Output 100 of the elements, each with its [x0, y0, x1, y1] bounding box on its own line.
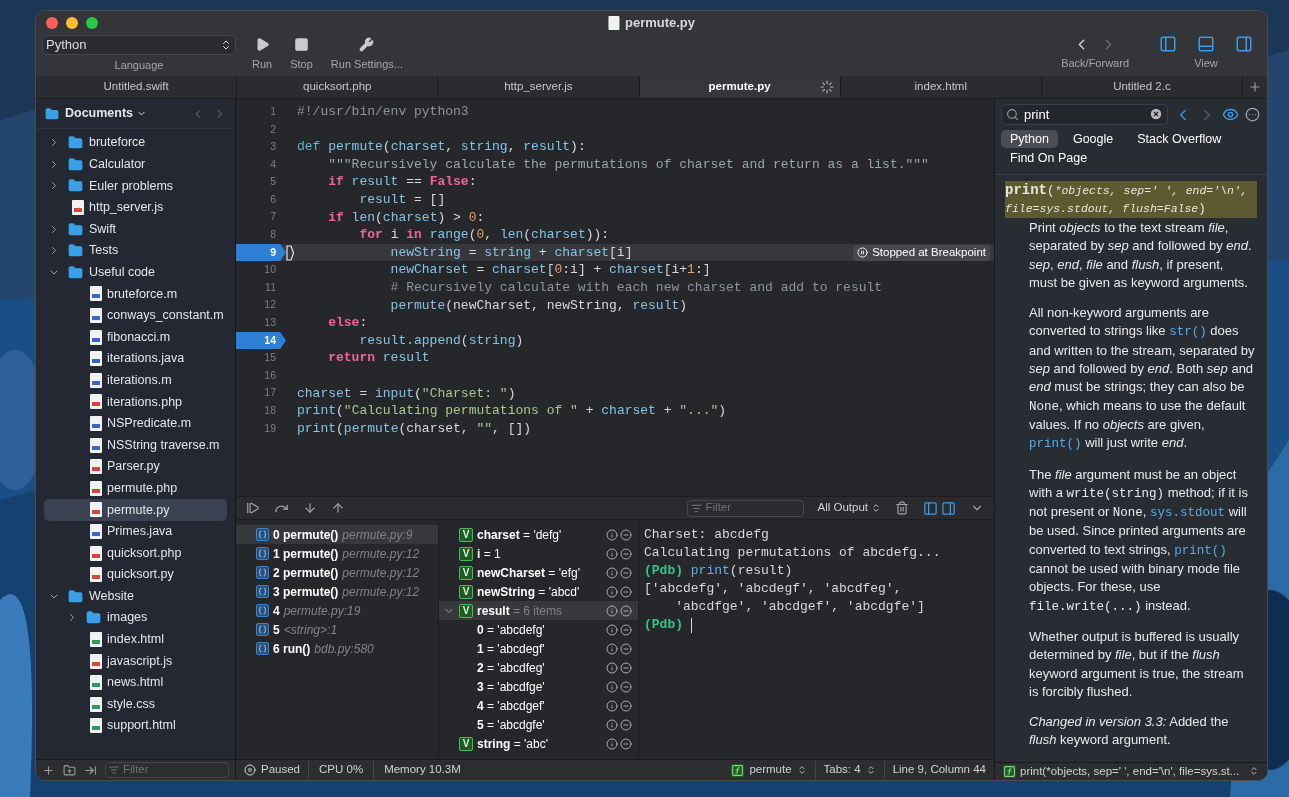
file-item[interactable]: javascript.js	[44, 650, 227, 672]
code-link[interactable]: print()	[1174, 543, 1227, 558]
scope-tab[interactable]: Stack Overflow	[1128, 130, 1231, 148]
folder-item[interactable]: Useful code	[44, 261, 227, 284]
panel-toggle[interactable]	[941, 500, 956, 516]
folder-item[interactable]: bruteforce	[44, 132, 227, 154]
tab[interactable]: http_server.js	[438, 76, 640, 98]
file-item[interactable]: style.css	[44, 693, 227, 716]
file-icon	[90, 696, 102, 712]
file-item[interactable]: iterations.php	[44, 391, 227, 413]
variable-row[interactable]: 1 = 'abcdegf'	[439, 639, 638, 658]
variable-text: 4 = 'abcdgef'	[477, 697, 545, 715]
tab[interactable]: index.html	[840, 76, 1042, 98]
variable-row[interactable]: V result = 6 items	[439, 601, 638, 620]
file-item[interactable]: permute.py	[44, 499, 227, 521]
code-link[interactable]: str()	[1169, 325, 1207, 340]
run-button[interactable]: Run	[250, 35, 275, 73]
updown-icon	[865, 765, 876, 775]
stack-frame[interactable]: 3 permute() permute.py:12	[236, 582, 438, 601]
code-line: newString = string + charset[i]	[389, 243, 633, 262]
variable-row[interactable]: V charset = 'defg'	[439, 525, 638, 544]
variable-row[interactable]: 0 = 'abcdefg'	[439, 620, 638, 639]
updown-icon	[871, 503, 881, 513]
file-item[interactable]: NSPredicate.m	[44, 412, 227, 435]
scope-tab[interactable]: Google	[1063, 130, 1123, 148]
close-button[interactable]	[46, 17, 58, 29]
file-item[interactable]: quicksort.php	[44, 542, 227, 564]
stack-frame[interactable]: 1 permute() permute.py:12	[236, 544, 438, 563]
scope-tab[interactable]: Find On Page	[1001, 149, 1097, 167]
language-select[interactable]: Python	[42, 35, 236, 55]
variable-text: 1 = 'abcdegf'	[477, 640, 545, 658]
stack-frame[interactable]: 2 permute() permute.py:12	[236, 563, 438, 582]
line-number: 4	[269, 156, 277, 172]
folder-item[interactable]: Swift	[44, 218, 227, 240]
file-item[interactable]: quicksort.py	[44, 563, 227, 586]
function-select[interactable]: permute	[723, 761, 816, 779]
variable-row[interactable]: 2 = 'abcdfeg'	[439, 658, 638, 677]
stack-frame[interactable]: 5 <string>:1	[236, 620, 438, 639]
clear-button[interactable]	[1149, 107, 1163, 121]
file-item[interactable]: fibonacci.m	[44, 326, 227, 348]
code-line: charset = input("Charset: ")	[296, 384, 516, 403]
file-icon	[90, 524, 102, 539]
file-item[interactable]: iterations.m	[44, 369, 227, 392]
line-number: 15	[263, 350, 277, 366]
file-item[interactable]: Primes.java	[44, 520, 227, 543]
minimize-button[interactable]	[66, 17, 78, 29]
variable-row[interactable]: 3 = 'abcdfge'	[439, 677, 638, 696]
file-item[interactable]: permute.php	[44, 477, 227, 500]
file-item[interactable]: iterations.java	[44, 347, 227, 370]
folder-item[interactable]: Euler problems	[44, 175, 227, 197]
function-icon	[1003, 764, 1016, 778]
new-tab-button[interactable]	[1243, 76, 1267, 98]
file-item[interactable]: bruteforce.m	[44, 283, 227, 305]
file-icon	[90, 675, 102, 691]
stop-icon	[294, 37, 309, 52]
stack-frame[interactable]: 6 run() bdb.py:580	[236, 639, 438, 658]
folder-item[interactable]: Website	[44, 585, 227, 608]
stack-frame[interactable]: 0 permute() permute.py:9	[236, 525, 438, 544]
braces-icon	[256, 604, 269, 617]
stop-button[interactable]: Stop	[288, 35, 315, 73]
settings-button[interactable]: Run Settings...	[328, 35, 405, 73]
search-field[interactable]: print	[1001, 104, 1168, 125]
stack-frame[interactable]: 4 permute.py:19	[236, 601, 438, 620]
folder-item[interactable]: Calculator	[44, 153, 227, 176]
code-link[interactable]: print()	[1029, 437, 1082, 452]
folder-item[interactable]: Tests	[44, 239, 227, 262]
file-item[interactable]: NSString traverse.m	[44, 434, 227, 456]
zoom-button[interactable]	[86, 17, 98, 29]
file-item[interactable]: support.html	[44, 715, 227, 737]
variable-row[interactable]: 5 = 'abcdgfe'	[439, 715, 638, 734]
variable-text: charset = 'defg'	[477, 526, 562, 544]
filter-field[interactable]: Filter	[105, 762, 229, 778]
variable-text: newString = 'abcd'	[477, 583, 580, 601]
tab[interactable]: quicksort.php	[237, 76, 439, 98]
variable-row[interactable]: V newCharset = 'efg'	[439, 563, 638, 582]
tab[interactable]: Untitled 2.c	[1041, 76, 1244, 98]
file-item[interactable]: http_server.js	[44, 196, 227, 219]
variable-row[interactable]: V string = 'abc'	[439, 734, 638, 753]
file-item[interactable]: index.html	[44, 628, 227, 651]
variable-row[interactable]: 4 = 'abcdgef'	[439, 696, 638, 715]
braces-icon	[256, 585, 269, 598]
tab[interactable]: permute.py	[639, 76, 841, 98]
file-item[interactable]: news.html	[44, 671, 227, 694]
variable-text: 0 = 'abcdefg'	[477, 621, 545, 639]
tab[interactable]: Untitled.swift	[36, 76, 238, 98]
file-item[interactable]: Parser.py	[44, 455, 227, 478]
variable-row[interactable]: V i = 1	[439, 544, 638, 563]
documents-menu[interactable]: Documents	[65, 104, 148, 123]
output-select[interactable]: All Output	[817, 499, 881, 517]
scope-tab[interactable]: Python	[1001, 130, 1058, 148]
panel-toggle[interactable]	[923, 500, 938, 516]
file-icon	[90, 351, 102, 367]
file-item[interactable]: conways_constant.m	[44, 304, 227, 327]
file-icon	[90, 372, 102, 388]
code-link[interactable]: sys.stdout	[1150, 506, 1226, 521]
folder-item[interactable]: images	[44, 607, 227, 629]
info-icon	[606, 699, 618, 712]
variable-row[interactable]: V newString = 'abcd'	[439, 582, 638, 601]
tabs-select[interactable]: Tabs: 4	[815, 761, 885, 779]
filter-field[interactable]: Filter	[686, 499, 804, 517]
